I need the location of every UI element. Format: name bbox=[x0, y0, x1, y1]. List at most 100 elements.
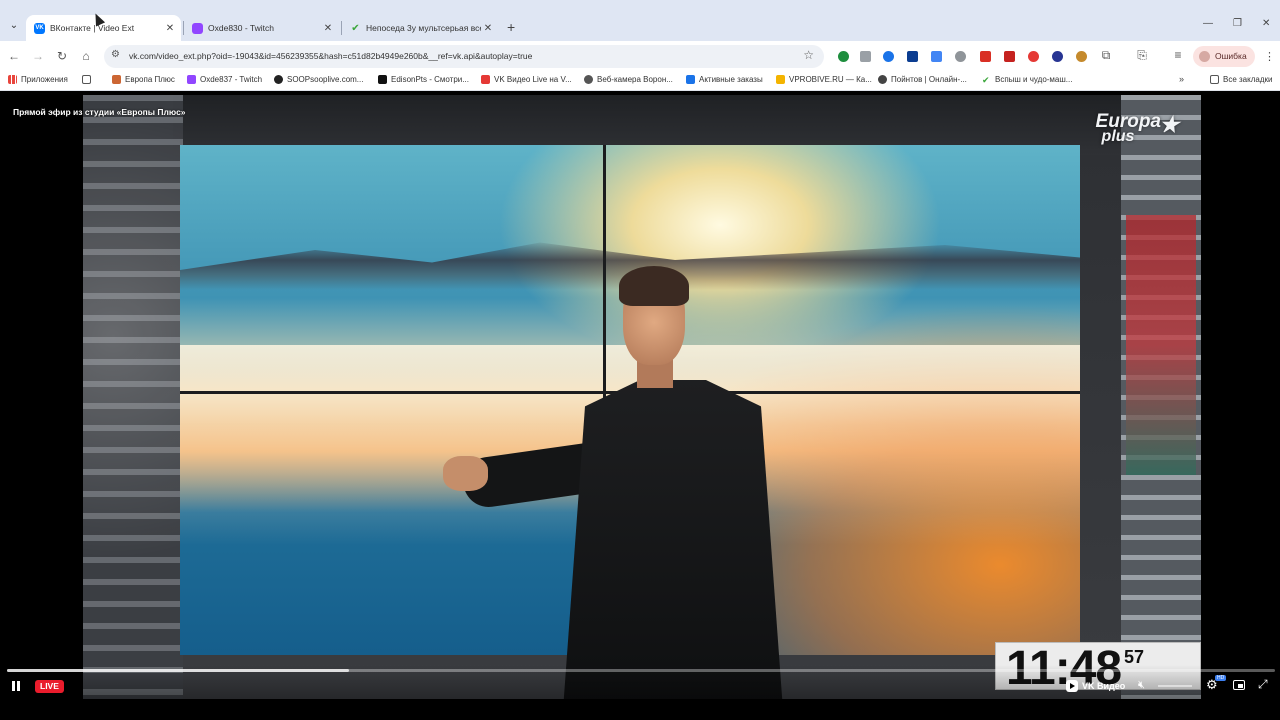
bookmark-label: Европа Плюс bbox=[125, 75, 175, 84]
bookmark-item[interactable]: Активные заказы bbox=[686, 75, 763, 84]
extension-icon[interactable] bbox=[860, 51, 871, 62]
singer-figure bbox=[443, 266, 813, 699]
volume-slider[interactable] bbox=[1158, 685, 1192, 687]
new-tab-button[interactable]: + bbox=[507, 19, 515, 35]
vk-video-play-icon bbox=[1066, 680, 1078, 692]
extension-icon[interactable] bbox=[1052, 51, 1063, 62]
soop-icon bbox=[274, 75, 283, 84]
hd-badge: HD bbox=[1215, 675, 1227, 681]
bookmarks-bar: Приложения Европа Плюс Oxde837 - Twitch … bbox=[0, 71, 1280, 91]
close-window-icon[interactable]: ✕ bbox=[1262, 18, 1270, 29]
vk-video-brand-link[interactable]: VK Видео bbox=[1066, 680, 1125, 692]
bookmark-label: SOOPsooplive.com... bbox=[287, 75, 364, 84]
vk-icon: VK bbox=[34, 22, 45, 34]
address-bar[interactable]: ⚙ vk.com/video_ext.php?oid=-19043&id=456… bbox=[104, 45, 824, 68]
tab-title: Непоседа 3у мультсерьая все bbox=[366, 23, 481, 33]
picture-in-picture-icon[interactable] bbox=[1233, 680, 1245, 690]
bookmark-item[interactable]: Oxde837 - Twitch bbox=[187, 75, 262, 84]
twitch-icon bbox=[187, 75, 196, 84]
webcam-icon bbox=[584, 75, 593, 84]
bookmark-item[interactable]: Пойнтов | Онлайн-... bbox=[878, 75, 967, 84]
tab-search-chevron-icon[interactable]: ⌄ bbox=[6, 18, 22, 34]
orders-icon bbox=[686, 75, 695, 84]
grid-icon bbox=[82, 75, 91, 84]
progress-fill bbox=[7, 669, 350, 672]
close-tab-icon[interactable]: ✕ bbox=[163, 23, 177, 34]
bookmark-item[interactable]: ✔ Вспыш и чудо-маш... bbox=[982, 75, 1073, 85]
save-page-icon[interactable]: ⎘ bbox=[1134, 48, 1150, 63]
media-queue-icon[interactable]: ≡ bbox=[1170, 48, 1186, 62]
extension-icon[interactable] bbox=[1076, 51, 1087, 62]
bookmark-label: Oxde837 - Twitch bbox=[200, 75, 263, 84]
extension-icon[interactable] bbox=[1028, 51, 1039, 62]
reload-icon[interactable]: ↻ bbox=[54, 49, 70, 63]
bookmark-label: Пойнтов | Онлайн-... bbox=[891, 75, 967, 84]
pointov-icon bbox=[878, 75, 887, 84]
check-icon: ✔ bbox=[351, 22, 360, 34]
back-icon[interactable]: ← bbox=[6, 49, 22, 63]
site-settings-icon[interactable]: ⚙ bbox=[111, 49, 120, 60]
translate-icon[interactable] bbox=[931, 51, 942, 62]
bookmark-grid[interactable] bbox=[82, 75, 95, 84]
brand-label: VK Видео bbox=[1082, 681, 1126, 691]
menu-kebab-icon[interactable]: ⋮ bbox=[1264, 50, 1275, 63]
extensions-puzzle-icon[interactable]: ⧉ bbox=[1098, 48, 1114, 63]
vk-live-icon bbox=[481, 75, 490, 84]
close-tab-icon[interactable]: ✕ bbox=[321, 23, 335, 34]
studio-wall-left bbox=[83, 95, 183, 699]
extension-icon[interactable] bbox=[907, 51, 918, 62]
bookmark-label: Активные заказы bbox=[699, 75, 763, 84]
studio-wall-right bbox=[1121, 95, 1201, 699]
tab-neposeda[interactable]: ✔ Непоседа 3у мультсерьая все ✕ bbox=[342, 15, 499, 41]
europa-plus-icon bbox=[112, 75, 121, 84]
video-title: Прямой эфир из студии «Европы Плюс» bbox=[13, 107, 186, 117]
mute-icon[interactable]: 🔇︎ bbox=[1138, 679, 1145, 692]
bookmark-star-icon[interactable]: ☆ bbox=[803, 48, 814, 62]
video-player[interactable]: Europa plus ★ Прямой эфир из студии «Евр… bbox=[0, 95, 1280, 720]
extension-icon[interactable] bbox=[883, 51, 894, 62]
bookmark-label: VPROBIVE.RU — Ка... bbox=[789, 75, 872, 84]
twitch-icon bbox=[192, 22, 203, 34]
bookmark-label: Все закладки bbox=[1223, 75, 1273, 84]
key-icon bbox=[776, 75, 785, 84]
live-badge[interactable]: LIVE bbox=[35, 680, 64, 693]
minimize-icon[interactable]: — bbox=[1203, 18, 1213, 29]
bookmark-item[interactable]: Веб-камера Ворон... bbox=[584, 75, 673, 84]
bookmark-label: Веб-камера Ворон... bbox=[597, 75, 673, 84]
all-bookmarks[interactable]: Все закладки bbox=[1210, 75, 1272, 84]
bookmark-item[interactable]: Европа Плюс bbox=[112, 75, 175, 84]
profile-error-label: Ошибка bbox=[1215, 51, 1247, 61]
bookmark-label: Приложения bbox=[21, 75, 68, 84]
tab-title: Oxde830 - Twitch bbox=[208, 23, 274, 33]
home-icon[interactable]: ⌂ bbox=[78, 49, 94, 63]
bookmark-item[interactable]: VK Видео Live на V... bbox=[481, 75, 572, 84]
avatar bbox=[1199, 51, 1210, 62]
bookmark-item[interactable]: SOOPsooplive.com... bbox=[274, 75, 363, 84]
tab-strip: ⌄ VK ВКонтакте | Video Ext ✕ Oxde830 - T… bbox=[0, 0, 1280, 41]
pdf-icon[interactable] bbox=[1004, 51, 1015, 62]
logo-line2: plus bbox=[1101, 128, 1135, 146]
forward-icon[interactable]: → bbox=[30, 49, 46, 63]
close-tab-icon[interactable]: ✕ bbox=[481, 23, 495, 34]
url-text: vk.com/video_ext.php?oid=-19043&id=45623… bbox=[129, 51, 533, 61]
folder-icon bbox=[1210, 75, 1219, 84]
star-icon: ★ bbox=[1159, 112, 1179, 137]
video-frame: Europa plus ★ bbox=[83, 95, 1201, 699]
profile-error-button[interactable]: Ошибка bbox=[1193, 46, 1255, 67]
tab-twitch[interactable]: Oxde830 - Twitch ✕ bbox=[184, 15, 339, 41]
extension-icon[interactable] bbox=[838, 51, 849, 62]
europa-plus-logo: Europa plus ★ bbox=[1096, 112, 1179, 146]
bookmark-label: EdisonPts - Смотри... bbox=[391, 75, 469, 84]
bookmark-apps[interactable]: Приложения bbox=[8, 75, 68, 84]
restore-icon[interactable]: ❐ bbox=[1233, 18, 1242, 29]
bookmark-item[interactable]: EdisonPts - Смотри... bbox=[378, 75, 469, 84]
fullscreen-icon[interactable]: ⤢ bbox=[1258, 677, 1268, 692]
tab-title: ВКонтакте | Video Ext bbox=[50, 23, 135, 33]
pause-button[interactable] bbox=[10, 680, 22, 692]
extension-icon[interactable] bbox=[980, 51, 991, 62]
more-bookmarks-icon[interactable]: » bbox=[1179, 74, 1184, 84]
bookmark-label: Вспыш и чудо-маш... bbox=[995, 75, 1073, 84]
progress-bar[interactable] bbox=[7, 669, 1275, 672]
extension-icon[interactable] bbox=[955, 51, 966, 62]
bookmark-item[interactable]: VPROBIVE.RU — Ка... bbox=[776, 75, 872, 84]
